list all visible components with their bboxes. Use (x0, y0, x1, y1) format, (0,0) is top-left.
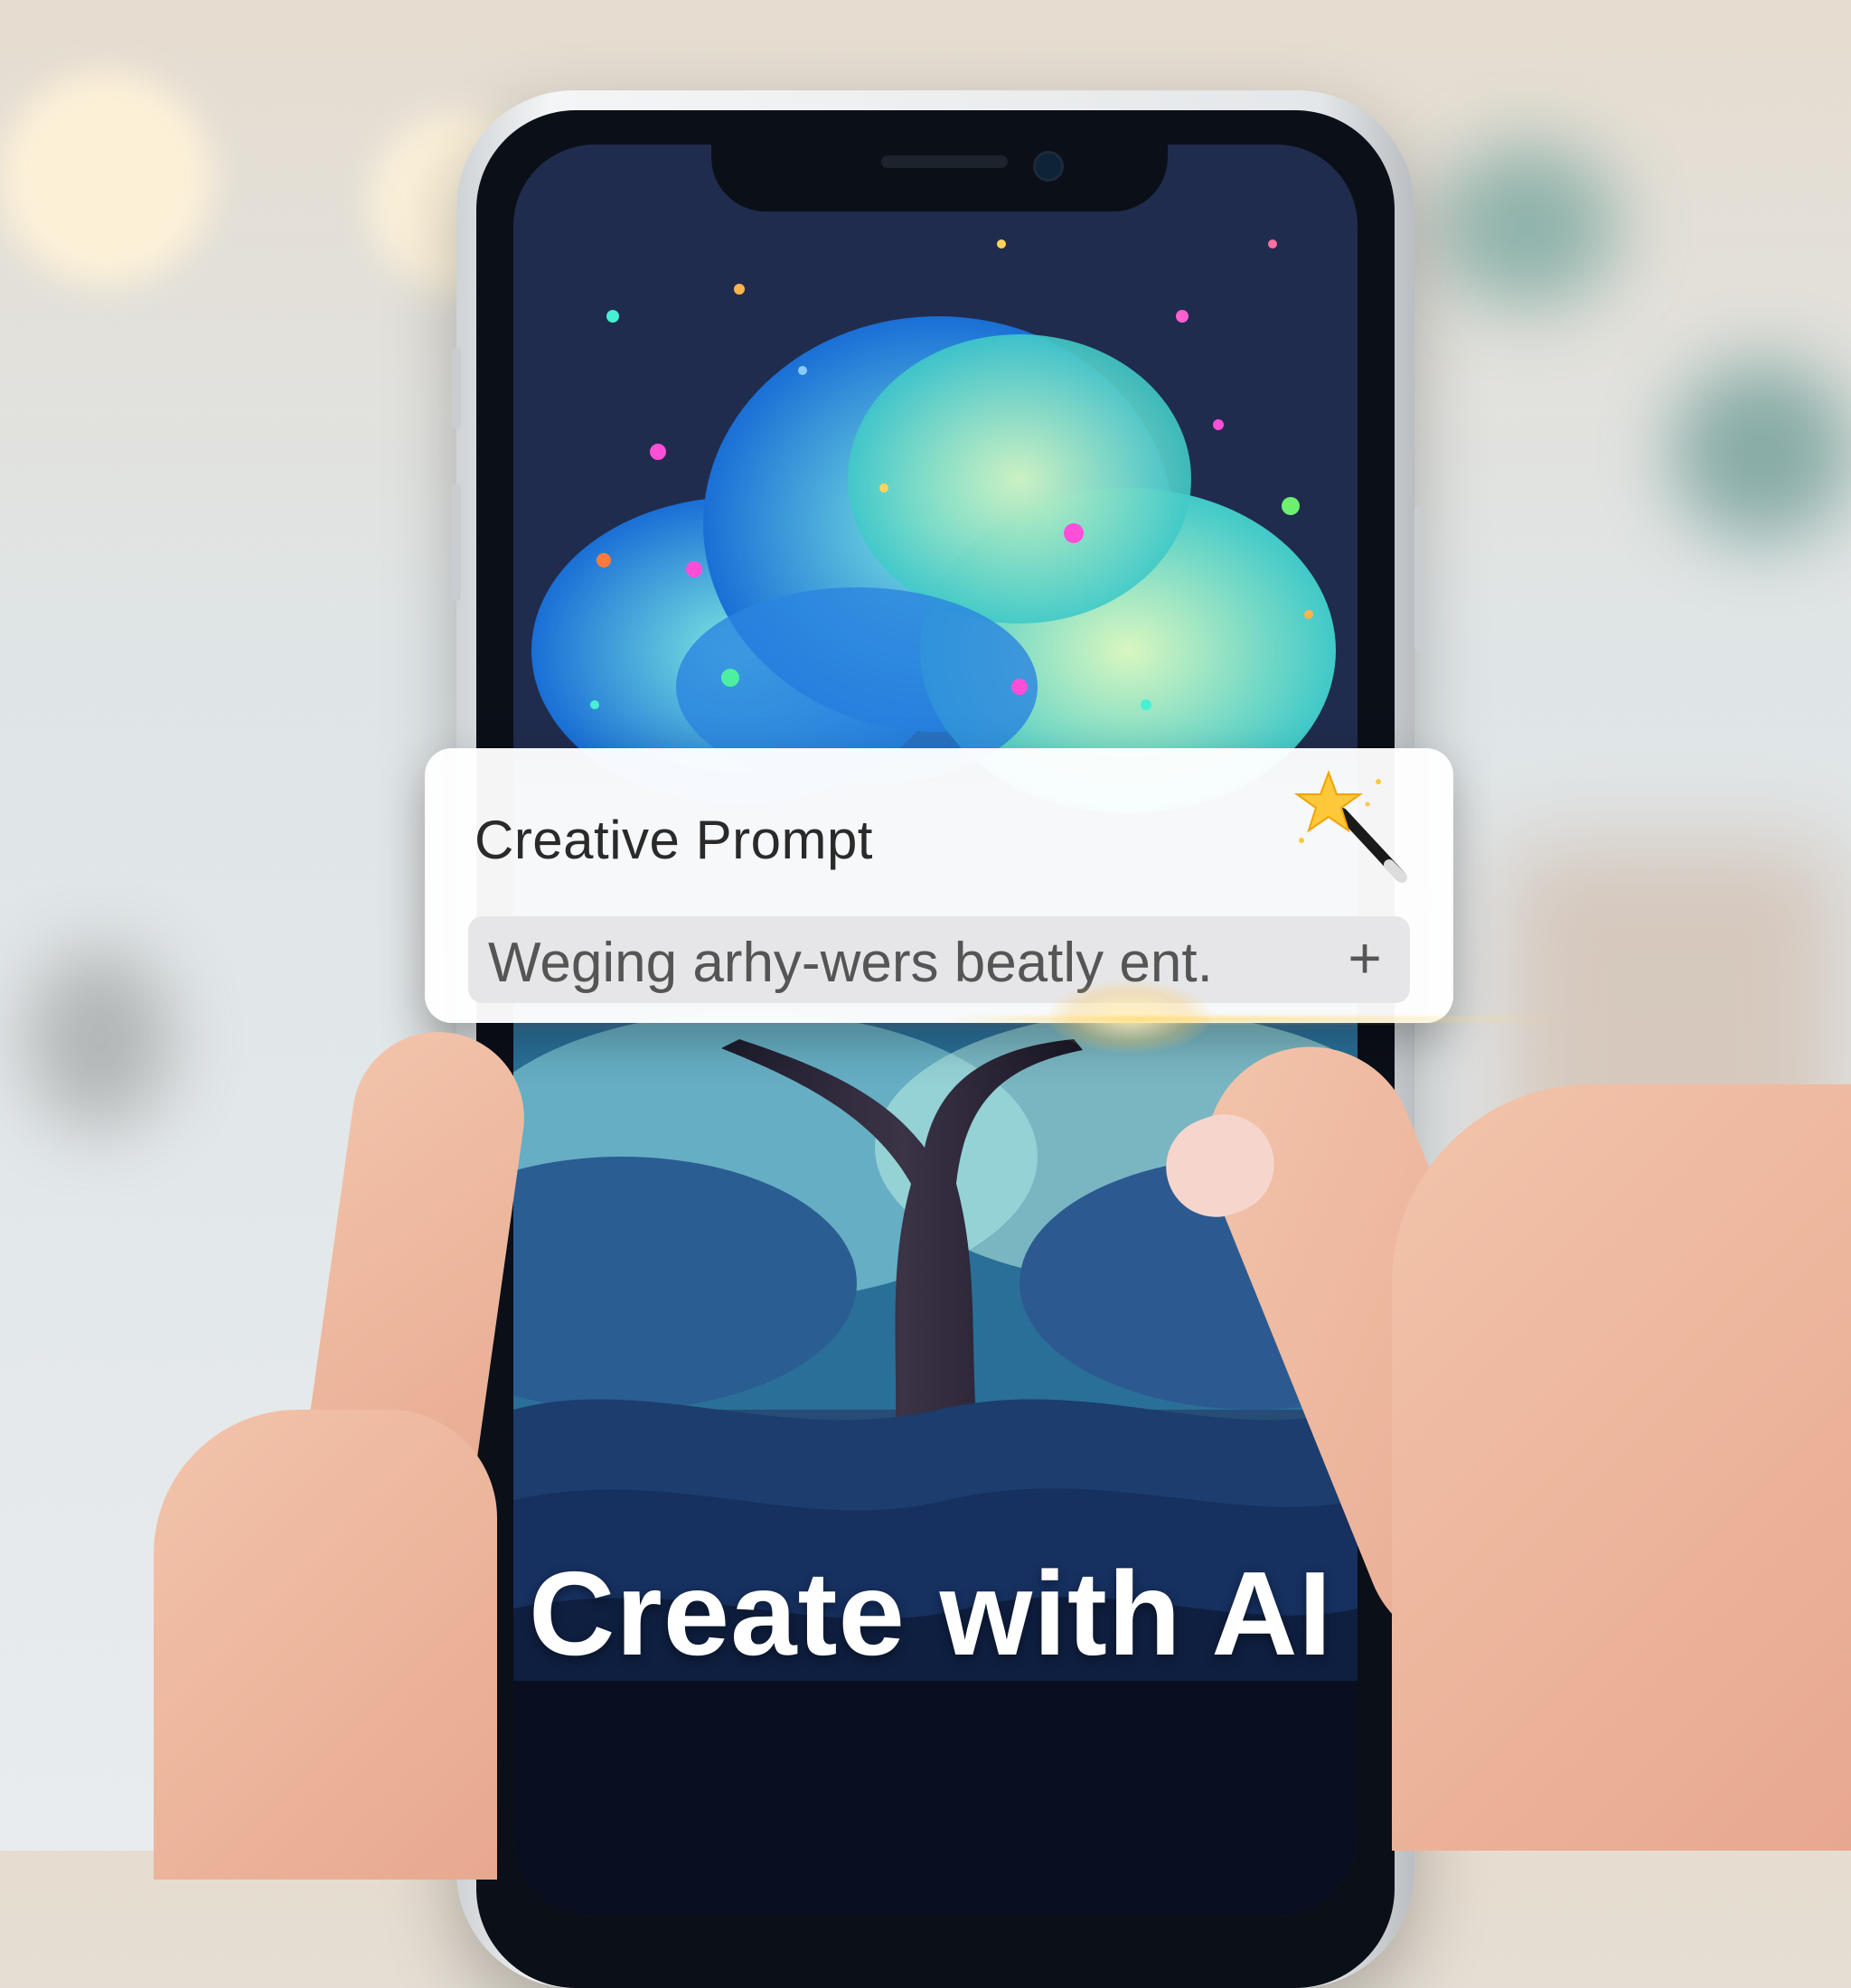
right-hand (1392, 1084, 1851, 1851)
bokeh-teal-1 (1437, 145, 1618, 307)
bokeh-dark (27, 949, 172, 1130)
volume-button-top (452, 348, 461, 429)
power-button (1414, 506, 1423, 651)
front-camera (1033, 151, 1064, 182)
left-palm (154, 1410, 497, 1880)
earpiece-speaker (881, 155, 1008, 168)
create-with-ai-headline: Create with AI (529, 1547, 1333, 1680)
prompt-card-title: Creative Prompt (474, 810, 873, 870)
magic-wand-icon[interactable] (1288, 764, 1414, 890)
add-button[interactable]: + (1336, 922, 1394, 994)
magic-glow-streak (949, 1017, 1582, 1022)
phone-notch (711, 136, 1168, 211)
bokeh-light-1 (0, 72, 212, 285)
bokeh-teal-2 (1672, 361, 1851, 542)
volume-button-mid (452, 483, 461, 601)
